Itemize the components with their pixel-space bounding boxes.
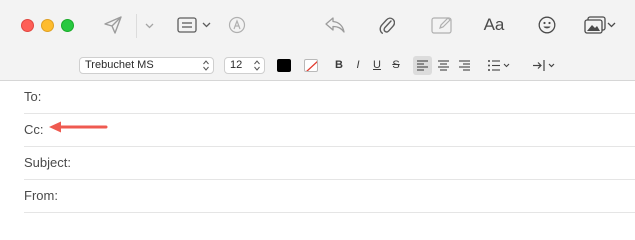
bullet-list-icon	[488, 60, 510, 71]
cc-field[interactable]: Cc:	[24, 114, 635, 147]
updown-arrows-icon	[203, 60, 209, 71]
smiley-icon[interactable]	[537, 15, 557, 35]
background-color-swatch[interactable]	[304, 59, 318, 72]
italic-button[interactable]: I	[351, 58, 365, 73]
cc-label: Cc:	[24, 122, 44, 137]
text-color-swatch[interactable]	[277, 59, 291, 72]
indent-icon	[533, 60, 555, 71]
subject-field[interactable]: Subject:	[24, 147, 635, 180]
underline-button[interactable]: U	[370, 58, 384, 73]
font-family-value: Trebuchet MS	[85, 59, 154, 71]
align-center-button[interactable]	[434, 56, 453, 75]
markup-icon[interactable]	[227, 15, 247, 35]
chevron-down-icon[interactable]	[201, 21, 211, 29]
updown-arrows-icon	[254, 60, 260, 71]
annotation-arrow-icon	[49, 121, 108, 133]
paperclip-icon[interactable]	[377, 14, 397, 36]
strikethrough-button[interactable]: S	[389, 58, 403, 73]
compose-icon[interactable]	[430, 15, 454, 35]
font-size-select[interactable]: 12	[224, 57, 265, 74]
to-field[interactable]: To:	[24, 81, 635, 114]
header-fields-icon[interactable]	[176, 15, 198, 35]
photo-browser-icon[interactable]	[583, 15, 607, 35]
chevron-down-icon[interactable]	[606, 21, 616, 29]
alignment-group	[413, 56, 475, 75]
align-right-button[interactable]	[455, 56, 474, 75]
bold-button[interactable]: B	[332, 58, 346, 73]
toolbar-divider	[136, 14, 137, 38]
list-menu-button[interactable]	[485, 57, 513, 74]
align-center-icon	[438, 60, 449, 71]
indent-menu-button[interactable]	[530, 57, 558, 74]
from-field[interactable]: From:	[24, 180, 635, 213]
to-label: To:	[24, 89, 42, 104]
zoom-window-button[interactable]	[61, 19, 74, 32]
font-size-value: 12	[230, 59, 243, 71]
subject-label: Subject:	[24, 155, 71, 170]
paper-plane-icon[interactable]	[102, 15, 124, 35]
align-left-button[interactable]	[413, 56, 432, 75]
no-color-slash-icon	[306, 61, 317, 71]
chevron-down-icon[interactable]	[143, 22, 155, 30]
align-left-icon	[417, 60, 428, 71]
minimize-window-button[interactable]	[41, 19, 54, 32]
close-window-button[interactable]	[21, 19, 34, 32]
from-label: From:	[24, 188, 58, 203]
format-text-icon[interactable]: Aa	[481, 15, 507, 35]
font-family-select[interactable]: Trebuchet MS	[79, 57, 214, 74]
reply-icon[interactable]	[323, 15, 347, 35]
message-toolbar: Aa Trebuchet MS 12 B I U S	[0, 0, 635, 81]
align-right-icon	[459, 60, 470, 71]
